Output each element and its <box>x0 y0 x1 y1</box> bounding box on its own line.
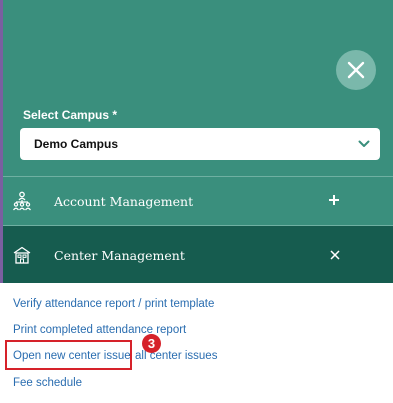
menu-item-account-label: Account Management <box>54 194 194 209</box>
side-menu-panel: Select Campus * Demo Campus Account Mana… <box>0 0 393 403</box>
chevron-down-icon <box>358 140 370 147</box>
building-icon <box>13 246 31 264</box>
close-icon <box>347 61 365 79</box>
menu-item-center-label: Center Management <box>54 248 185 263</box>
expand-plus-icon[interactable] <box>326 192 342 208</box>
menu-item-center-management[interactable]: Center Management <box>3 226 393 283</box>
link-verify-attendance-report[interactable]: Verify attendance report / print templat… <box>13 298 214 310</box>
org-chart-icon <box>13 191 31 211</box>
link-print-completed-attendance-report[interactable]: Print completed attendance report <box>13 324 186 336</box>
annotation-step-badge: 3 <box>142 334 161 353</box>
annotation-highlight-box <box>5 340 132 370</box>
close-button[interactable] <box>336 50 376 90</box>
campus-select-value: Demo Campus <box>34 137 119 151</box>
menu-item-account-management[interactable]: Account Management <box>3 177 393 225</box>
collapse-close-icon[interactable] <box>329 249 341 261</box>
menu-header: Select Campus * Demo Campus <box>3 0 393 176</box>
campus-select[interactable]: Demo Campus <box>20 128 380 160</box>
link-fee-schedule[interactable]: Fee schedule <box>13 377 82 389</box>
center-management-submenu: Verify attendance report / print templat… <box>0 283 393 403</box>
campus-label: Select Campus * <box>23 108 118 122</box>
